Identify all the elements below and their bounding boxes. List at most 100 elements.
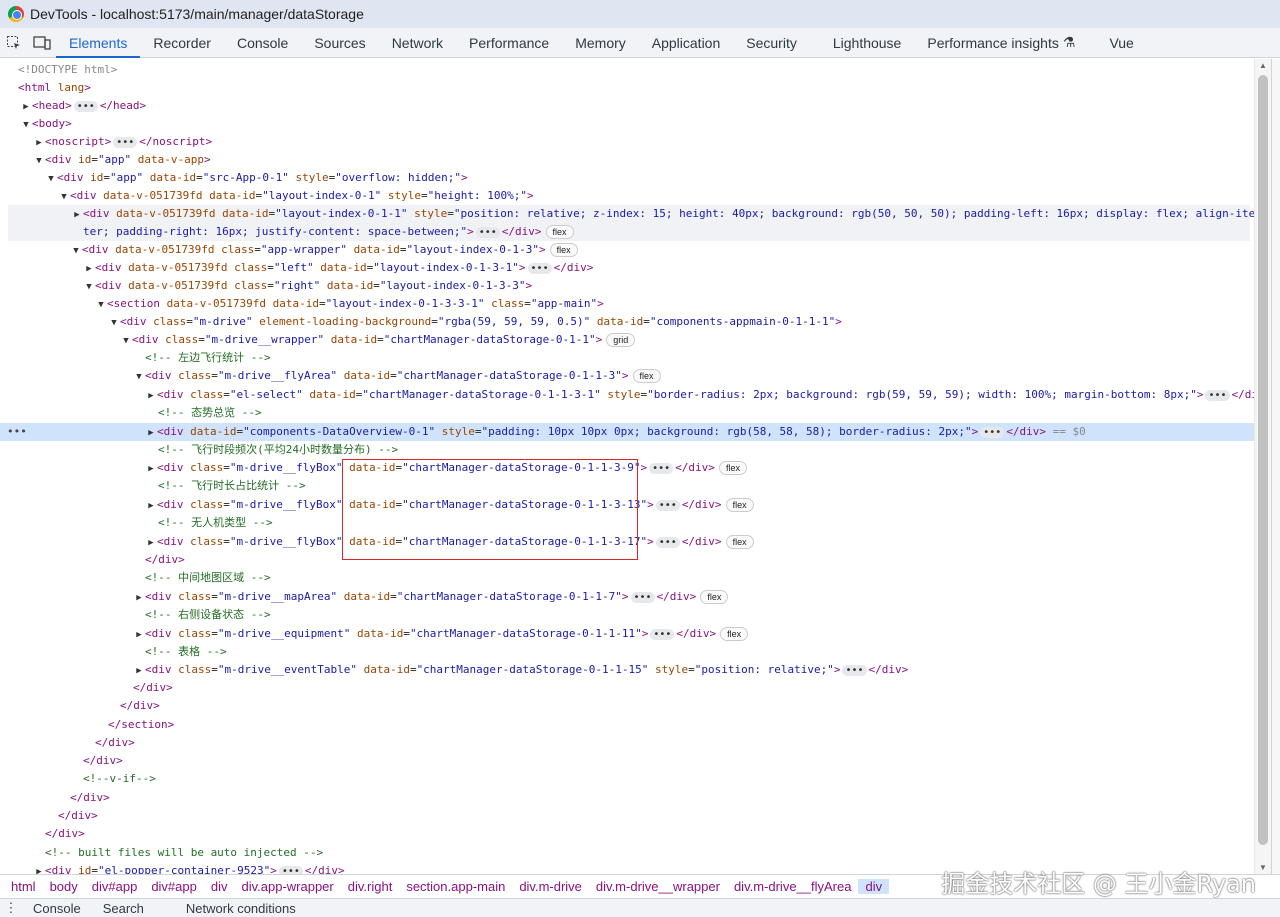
expand-arrow-icon[interactable]: ▶ xyxy=(133,589,145,607)
ellipsis-icon[interactable]: ••• xyxy=(475,226,500,238)
kebab-menu-icon[interactable]: ⋮ xyxy=(0,900,22,916)
dom-line[interactable]: ▶ <div data-v-051739fd class="left" data-… xyxy=(83,259,1254,277)
dom-line[interactable]: ▼ <div data-v-051739fd class="right" data… xyxy=(83,277,1254,295)
dom-line[interactable]: <!-- 飞行时段频次(平均24小时数量分布) --> xyxy=(158,441,1254,459)
dom-line[interactable]: <!-- built files will be auto injected -… xyxy=(45,844,1254,862)
collapse-arrow-icon[interactable]: ▼ xyxy=(108,314,120,332)
breadcrumb-item[interactable]: div.m-drive__flyArea xyxy=(727,879,859,894)
expand-arrow-icon[interactable]: ▶ xyxy=(145,460,157,478)
breadcrumb-item[interactable]: div.app-wrapper xyxy=(234,879,340,894)
tab-recorder[interactable]: Recorder xyxy=(140,28,224,57)
tab-performance[interactable]: Performance xyxy=(456,28,562,57)
dom-line[interactable]: <html lang> xyxy=(18,79,1254,97)
dom-line[interactable]: ▶ <div class="m-drive__flyBox" data-id="c… xyxy=(145,496,1254,514)
expand-arrow-icon[interactable]: ▶ xyxy=(145,497,157,515)
ellipsis-icon[interactable]: ••• xyxy=(842,664,867,676)
scrollbar-thumb[interactable] xyxy=(1258,75,1268,845)
tab-performance-insights[interactable]: Performance insights ⚗ xyxy=(914,28,1088,57)
ellipsis-icon[interactable]: ••• xyxy=(655,499,680,511)
dom-line[interactable]: ▼ <body> xyxy=(20,115,1254,133)
tab-network[interactable]: Network xyxy=(379,28,456,57)
expand-arrow-icon[interactable]: ▶ xyxy=(145,424,157,442)
inspect-icon[interactable] xyxy=(0,28,28,57)
ellipsis-icon[interactable]: ••• xyxy=(113,136,138,148)
dom-line[interactable]: </section> xyxy=(108,716,1254,734)
dom-line-selected[interactable]: ••• ▶ <div data-id="components-DataOvervie… xyxy=(0,423,1254,441)
tab-lighthouse[interactable]: Lighthouse xyxy=(820,28,915,57)
dom-line[interactable]: </div> xyxy=(145,551,1254,569)
breadcrumb-item[interactable]: div xyxy=(204,879,235,894)
ellipsis-icon[interactable]: ••• xyxy=(649,462,674,474)
dom-line[interactable]: </div> xyxy=(133,679,1254,697)
collapse-arrow-icon[interactable]: ▼ xyxy=(20,116,32,134)
vertical-scrollbar[interactable]: ▲ ▼ xyxy=(1254,59,1271,874)
flex-badge[interactable]: flex xyxy=(720,627,749,641)
breadcrumb-item-current[interactable]: div xyxy=(858,878,890,894)
more-options-icon[interactable]: ••• xyxy=(7,423,27,441)
expand-arrow-icon[interactable]: ▶ xyxy=(145,387,157,405)
scroll-up-icon[interactable]: ▲ xyxy=(1259,61,1267,70)
ellipsis-icon[interactable]: ••• xyxy=(527,262,552,274)
dom-line[interactable]: ▼ <div data-v-051739fd data-id="layout-in… xyxy=(58,187,1254,205)
expand-arrow-icon[interactable]: ▶ xyxy=(133,662,145,680)
tab-application[interactable]: Application xyxy=(639,28,734,57)
breadcrumb-item[interactable]: div.right xyxy=(341,879,400,894)
dom-line[interactable]: </div> xyxy=(58,807,1254,825)
collapse-arrow-icon[interactable]: ▼ xyxy=(83,278,95,296)
expand-arrow-icon[interactable]: ▶ xyxy=(145,534,157,552)
breadcrumb-item[interactable]: body xyxy=(43,879,85,894)
dom-line[interactable]: ▼ <div data-v-051739fd class="app-wrapper… xyxy=(70,241,1254,259)
collapse-arrow-icon[interactable]: ▼ xyxy=(33,152,45,170)
dom-line[interactable]: <!-- 左边飞行统计 --> xyxy=(145,349,1254,367)
ellipsis-icon[interactable]: ••• xyxy=(980,426,1005,438)
ellipsis-icon[interactable]: ••• xyxy=(1205,389,1230,401)
expand-arrow-icon[interactable]: ▶ xyxy=(133,626,145,644)
dom-line[interactable]: ▶ <div class="m-drive__flyBox" data-id="c… xyxy=(145,459,1254,477)
tab-sources[interactable]: Sources xyxy=(301,28,378,57)
breadcrumb-item[interactable]: section.app-main xyxy=(399,879,512,894)
dom-line[interactable]: </div> xyxy=(83,752,1254,770)
breadcrumb-item[interactable]: div#app xyxy=(144,879,204,894)
dom-line[interactable]: <!-- 态势总览 --> xyxy=(158,404,1254,422)
dom-line[interactable]: <!-- 无人机类型 --> xyxy=(158,514,1254,532)
drawer-tab-network-conditions[interactable]: Network conditions xyxy=(175,901,307,916)
dom-line[interactable]: </div> xyxy=(120,697,1254,715)
ellipsis-icon[interactable]: ••• xyxy=(650,628,675,640)
flex-badge[interactable]: flex xyxy=(700,590,729,604)
breadcrumb-item[interactable]: div.m-drive xyxy=(512,879,589,894)
collapse-arrow-icon[interactable]: ▼ xyxy=(133,368,145,386)
collapse-arrow-icon[interactable]: ▼ xyxy=(45,170,57,188)
dom-line[interactable]: ▶ <div class="m-drive__eventTable" data-i… xyxy=(133,661,1254,679)
dom-line[interactable]: </div> xyxy=(95,734,1254,752)
ellipsis-icon[interactable]: ••• xyxy=(73,100,98,112)
dom-line[interactable]: </div> xyxy=(45,825,1254,843)
dom-line[interactable]: <!-- 表格 --> xyxy=(145,643,1254,661)
tab-memory[interactable]: Memory xyxy=(562,28,639,57)
device-toggle-icon[interactable] xyxy=(28,28,56,57)
dom-line[interactable]: ▶ <head> ••• </head> xyxy=(20,97,1254,115)
expand-arrow-icon[interactable]: ▶ xyxy=(33,134,45,152)
grid-badge[interactable]: grid xyxy=(606,333,636,347)
dom-line[interactable]: ▼ <div class="m-drive__flyArea" data-id="… xyxy=(133,367,1254,385)
flex-badge[interactable]: flex xyxy=(549,243,578,257)
dom-line[interactable]: ▼ <div id="app" data-id="src-App-0-1" sty… xyxy=(45,169,1254,187)
breadcrumb-item[interactable]: div.m-drive__wrapper xyxy=(589,879,727,894)
dom-line[interactable]: <!-- 右侧设备状态 --> xyxy=(145,606,1254,624)
dom-line[interactable]: ▶ <div class="el-select" data-id="chartMa… xyxy=(145,386,1254,404)
tab-console[interactable]: Console xyxy=(224,28,301,57)
dom-line[interactable]: ▼ <div class="m-drive" element-loading-ba… xyxy=(108,313,1254,331)
dom-line[interactable]: ▶ <div class="m-drive__mapArea" data-id="… xyxy=(133,588,1254,606)
drawer-tab-search[interactable]: Search xyxy=(92,901,155,916)
collapse-arrow-icon[interactable]: ▼ xyxy=(58,188,70,206)
expand-arrow-icon[interactable]: ▶ xyxy=(20,98,32,116)
dom-line[interactable]: ▶ <noscript> ••• </noscript> xyxy=(33,133,1254,151)
dom-line[interactable]: <!DOCTYPE html> xyxy=(18,61,1254,79)
tab-vue[interactable]: Vue xyxy=(1096,28,1146,57)
flex-badge[interactable]: flex xyxy=(725,535,754,549)
dom-line[interactable]: ▼ <div class="m-drive__wrapper" data-id="… xyxy=(120,331,1254,349)
expand-arrow-icon[interactable]: ▶ xyxy=(83,260,95,278)
breadcrumb-item[interactable]: div#app xyxy=(85,879,145,894)
breadcrumb-item[interactable]: html xyxy=(4,879,43,894)
expand-arrow-icon[interactable]: ▶ xyxy=(71,206,83,224)
dom-line[interactable]: ▼ <div id="app" data-v-app> xyxy=(33,151,1254,169)
